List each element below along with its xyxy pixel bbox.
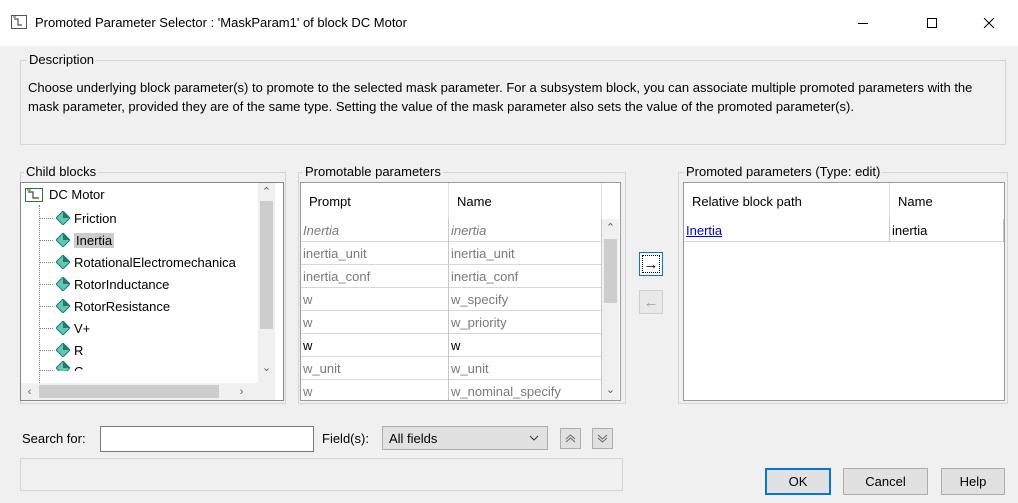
block-diamond-icon <box>56 233 70 247</box>
chevron-down-icon <box>529 435 539 441</box>
tree-item-friction[interactable]: Friction <box>39 207 117 229</box>
block-diamond-icon <box>56 211 70 225</box>
col-header-name[interactable]: Name <box>449 183 602 219</box>
search-input[interactable] <box>100 426 314 452</box>
minimize-button[interactable] <box>840 0 886 46</box>
promotable-legend: Promotable parameters <box>303 164 443 179</box>
tree-item-inertia[interactable]: Inertia <box>39 229 115 251</box>
promotable-vertical-scrollbar[interactable]: ⌃ ⌄ <box>602 219 619 400</box>
block-diamond-icon <box>56 321 70 335</box>
description-text: Choose underlying block parameter(s) to … <box>28 80 973 114</box>
tree-item-r[interactable]: R <box>39 339 83 361</box>
arrow-left-icon: ← <box>643 293 659 311</box>
find-previous-button[interactable] <box>560 428 581 449</box>
table-row[interactable]: w w_priority <box>301 311 602 334</box>
fields-select[interactable]: All fields <box>382 426 548 450</box>
tree-item-v-plus[interactable]: V+ <box>39 317 90 339</box>
chevron-double-up-icon <box>565 434 576 443</box>
scroll-right-icon[interactable]: › <box>233 383 250 400</box>
table-row[interactable]: inertia_unit inertia_unit <box>301 242 602 265</box>
find-next-button[interactable] <box>592 428 613 449</box>
promoted-table[interactable]: Relative block path Name Inertia inertia <box>683 182 1005 401</box>
promoted-path-link[interactable]: Inertia <box>684 219 890 242</box>
col-header-prompt[interactable]: Prompt <box>301 183 449 219</box>
col-header-relative-block-path[interactable]: Relative block path <box>684 183 890 219</box>
tree-horizontal-scrollbar[interactable]: ‹ › <box>21 383 275 400</box>
table-row[interactable]: inertia_conf inertia_conf <box>301 265 602 288</box>
tree-item-rotational-electromechanical[interactable]: RotationalElectromechanica <box>39 251 236 273</box>
promotable-table[interactable]: Prompt Name Inertia inertia inertia_unit… <box>300 182 621 401</box>
ok-button[interactable]: OK <box>765 468 831 495</box>
block-diamond-icon <box>56 277 70 291</box>
subsystem-icon <box>25 187 43 202</box>
tree-hscroll-thumb[interactable] <box>39 385 219 398</box>
close-button[interactable] <box>966 0 1012 46</box>
fields-label: Field(s): <box>322 431 369 446</box>
child-blocks-legend: Child blocks <box>24 164 99 179</box>
tree-item-rotor-resistance[interactable]: RotorResistance <box>39 295 170 317</box>
promoted-legend: Promoted parameters (Type: edit) <box>684 164 883 179</box>
scroll-down-icon[interactable]: ⌄ <box>258 359 275 376</box>
table-row[interactable]: w w <box>301 334 602 357</box>
table-row[interactable]: w w_nominal_specify <box>301 380 602 400</box>
tree-root-label: DC Motor <box>49 187 105 202</box>
block-diamond-icon <box>56 255 70 269</box>
child-blocks-tree[interactable]: DC Motor Friction Inertia RotationalElec… <box>20 182 284 401</box>
minimize-icon <box>858 23 868 24</box>
remove-arrow-button[interactable]: ← <box>639 290 663 314</box>
close-icon <box>983 17 995 29</box>
scroll-left-icon[interactable]: ‹ <box>21 383 38 400</box>
search-label: Search for: <box>22 431 86 446</box>
maximize-button[interactable] <box>909 0 955 46</box>
block-icon <box>11 15 27 29</box>
cancel-button[interactable]: Cancel <box>843 468 928 495</box>
scroll-up-icon[interactable]: ⌃ <box>602 219 619 236</box>
table-row[interactable]: w w_specify <box>301 288 602 311</box>
scroll-up-icon[interactable]: ⌃ <box>258 183 275 200</box>
description-legend: Description <box>27 52 97 67</box>
scroll-down-icon[interactable]: ⌄ <box>602 381 619 398</box>
tree-vertical-scrollbar[interactable]: ⌃ ⌄ <box>258 183 275 383</box>
table-row[interactable]: w_unit w_unit <box>301 357 602 380</box>
table-row[interactable]: Inertia inertia <box>684 219 1004 242</box>
maximize-icon <box>927 18 937 28</box>
promotable-scroll-thumb[interactable] <box>604 239 617 303</box>
tree-scroll-thumb[interactable] <box>260 201 273 329</box>
col-header-name[interactable]: Name <box>890 183 1004 219</box>
title-bar: Promoted Parameter Selector : 'MaskParam… <box>0 0 1018 46</box>
tree-item-c[interactable]: C <box>39 361 83 371</box>
table-row[interactable]: Inertia inertia <box>301 219 602 242</box>
block-diamond-icon <box>56 343 70 357</box>
arrow-right-icon: → <box>643 255 659 273</box>
status-bar <box>20 458 623 491</box>
tree-root-dc-motor[interactable]: DC Motor <box>25 187 105 202</box>
tree-item-rotor-inductance[interactable]: RotorInductance <box>39 273 169 295</box>
block-diamond-icon <box>56 299 70 313</box>
help-button[interactable]: Help <box>941 468 1005 495</box>
add-arrow-button[interactable]: → <box>639 252 663 276</box>
chevron-double-down-icon <box>597 434 608 443</box>
block-diamond-icon <box>56 361 70 371</box>
window-title: Promoted Parameter Selector : 'MaskParam… <box>35 15 407 30</box>
